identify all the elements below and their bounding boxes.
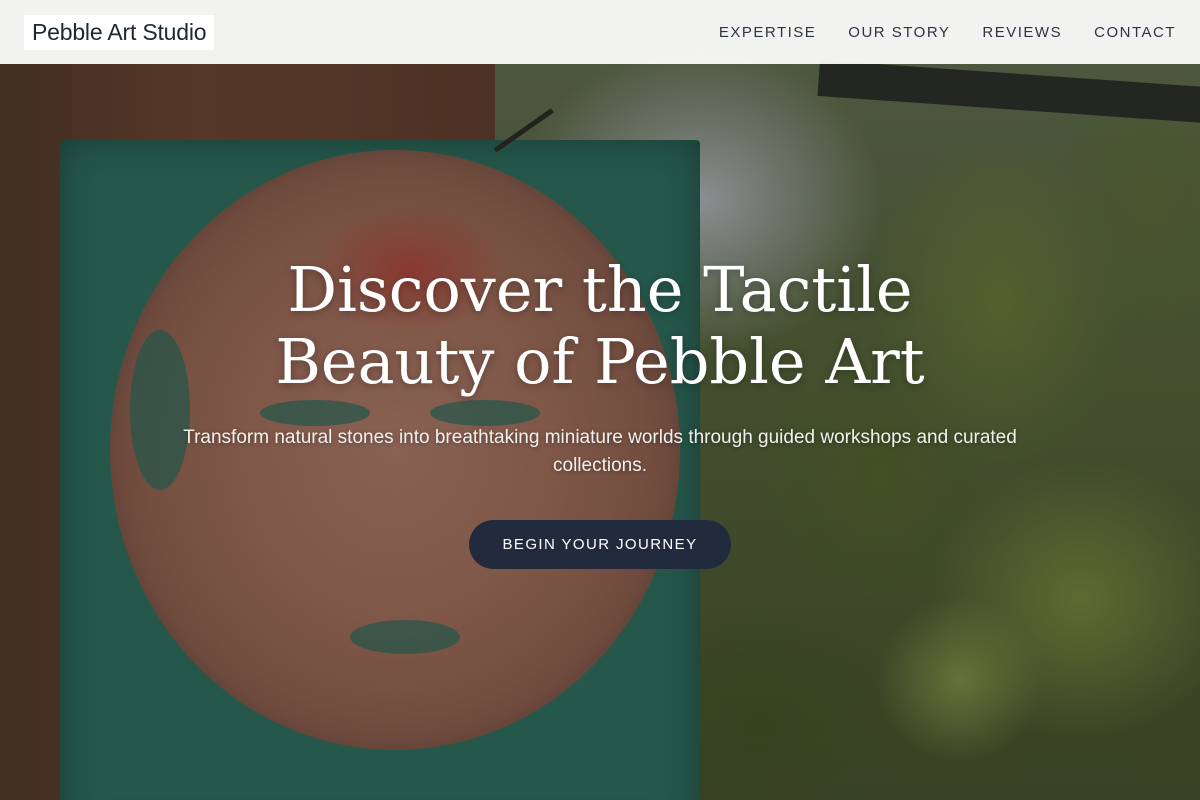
nav-link-expertise[interactable]: EXPERTISE — [719, 24, 816, 41]
hero-subtitle: Transform natural stones into breathtaki… — [183, 427, 1017, 476]
begin-journey-button[interactable]: BEGIN YOUR JOURNEY — [469, 520, 731, 569]
landing-page: Pebble Art Studio EXPERTISE OUR STORY RE… — [0, 0, 1200, 800]
site-header: Pebble Art Studio EXPERTISE OUR STORY RE… — [0, 0, 1200, 64]
hero-section: Discover the Tactile Beauty of Pebble Ar… — [0, 64, 1200, 800]
nav-link-reviews[interactable]: REVIEWS — [982, 24, 1062, 41]
hero-title-line-1: Discover the Tactile — [287, 253, 913, 326]
nav-link-contact[interactable]: CONTACT — [1094, 24, 1176, 41]
hero-title-line-2: Beauty of Pebble Art — [275, 325, 925, 398]
nav-link-our-story[interactable]: OUR STORY — [848, 24, 950, 41]
main-nav: EXPERTISE OUR STORY REVIEWS CONTACT — [719, 24, 1176, 41]
site-logo[interactable]: Pebble Art Studio — [24, 14, 215, 50]
hero-title: Discover the Tactile Beauty of Pebble Ar… — [150, 254, 1050, 398]
